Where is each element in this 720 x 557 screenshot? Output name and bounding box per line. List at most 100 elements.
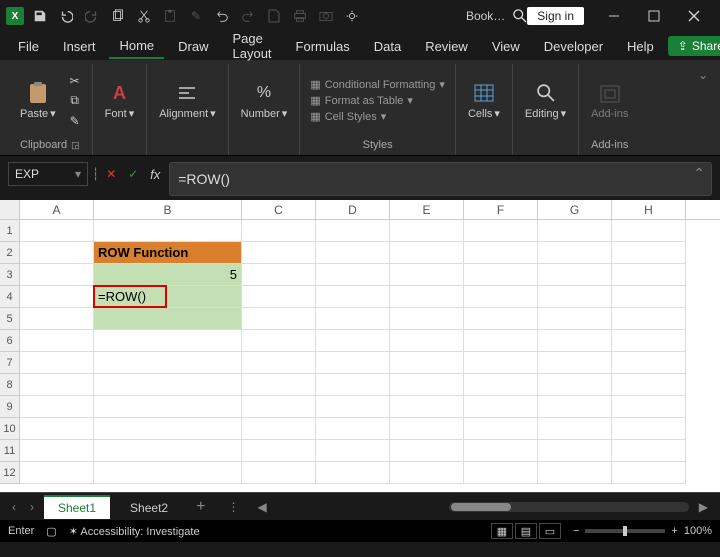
- select-all-corner[interactable]: [0, 200, 20, 219]
- cell[interactable]: [612, 286, 686, 308]
- cell[interactable]: [94, 374, 242, 396]
- cell[interactable]: [390, 462, 464, 484]
- new-file-icon[interactable]: [264, 6, 284, 26]
- col-header[interactable]: D: [316, 200, 390, 219]
- row-header[interactable]: 11: [0, 440, 20, 462]
- cell[interactable]: [94, 220, 242, 242]
- cell[interactable]: [94, 440, 242, 462]
- cell[interactable]: [20, 220, 94, 242]
- cell[interactable]: [94, 352, 242, 374]
- cell[interactable]: [538, 374, 612, 396]
- cell[interactable]: [242, 440, 316, 462]
- col-header[interactable]: E: [390, 200, 464, 219]
- document-name[interactable]: Book…: [466, 9, 505, 23]
- col-header[interactable]: A: [20, 200, 94, 219]
- hscroll-left-icon[interactable]: ◀: [253, 500, 270, 514]
- cell[interactable]: [316, 374, 390, 396]
- cell[interactable]: [316, 220, 390, 242]
- cell[interactable]: [316, 352, 390, 374]
- cell[interactable]: [464, 374, 538, 396]
- cell[interactable]: [94, 308, 242, 330]
- cell[interactable]: [612, 352, 686, 374]
- tab-insert[interactable]: Insert: [53, 35, 106, 58]
- cut-icon[interactable]: [134, 6, 154, 26]
- cell[interactable]: [612, 440, 686, 462]
- view-normal-icon[interactable]: ▦: [491, 523, 513, 539]
- cell[interactable]: [20, 374, 94, 396]
- cell[interactable]: [612, 462, 686, 484]
- sign-in-button[interactable]: Sign in: [527, 7, 584, 25]
- undo-dropdown-icon[interactable]: [212, 6, 232, 26]
- cell[interactable]: [242, 264, 316, 286]
- cell[interactable]: [538, 242, 612, 264]
- cell[interactable]: [242, 308, 316, 330]
- cell[interactable]: [538, 220, 612, 242]
- insert-function-button[interactable]: fx: [145, 164, 165, 184]
- cell[interactable]: [316, 396, 390, 418]
- cell[interactable]: [94, 462, 242, 484]
- save-icon[interactable]: [30, 6, 50, 26]
- cell[interactable]: [390, 418, 464, 440]
- row-header[interactable]: 4: [0, 286, 20, 308]
- conditional-formatting-button[interactable]: ▦Conditional Formatting▾: [310, 78, 445, 91]
- cell[interactable]: [242, 330, 316, 352]
- cell[interactable]: [390, 242, 464, 264]
- sheet-tab-active[interactable]: Sheet1: [44, 495, 110, 519]
- cell[interactable]: [316, 418, 390, 440]
- formula-input[interactable]: =ROW() ⌃: [169, 162, 712, 196]
- accessibility-status[interactable]: ✶ Accessibility: Investigate: [69, 525, 200, 538]
- cell[interactable]: [464, 308, 538, 330]
- cell-b3[interactable]: 5: [94, 264, 242, 286]
- cancel-icon[interactable]: ✕: [101, 164, 121, 184]
- addins-button[interactable]: Add-ins: [587, 80, 632, 122]
- sheet-nav-next-icon[interactable]: ›: [26, 500, 38, 514]
- cell[interactable]: [242, 418, 316, 440]
- ribbon-collapse-icon[interactable]: ⌄: [694, 64, 712, 155]
- expand-formula-bar-icon[interactable]: ⌃: [693, 165, 705, 182]
- cell[interactable]: [612, 264, 686, 286]
- cell[interactable]: [538, 308, 612, 330]
- row-header[interactable]: 8: [0, 374, 20, 396]
- cell[interactable]: [538, 286, 612, 308]
- col-header[interactable]: H: [612, 200, 686, 219]
- minimize-button[interactable]: [594, 2, 634, 30]
- share-button[interactable]: ⇪Share: [668, 36, 720, 56]
- sheet-tab[interactable]: Sheet2: [116, 495, 182, 519]
- tab-developer[interactable]: Developer: [534, 35, 613, 58]
- cell[interactable]: [20, 396, 94, 418]
- cell[interactable]: [390, 374, 464, 396]
- row-header[interactable]: 6: [0, 330, 20, 352]
- add-sheet-button[interactable]: +: [188, 498, 213, 516]
- cell[interactable]: [390, 264, 464, 286]
- tab-help[interactable]: Help: [617, 35, 664, 58]
- cell[interactable]: [20, 330, 94, 352]
- cell[interactable]: [538, 264, 612, 286]
- cell[interactable]: [20, 352, 94, 374]
- cell[interactable]: [612, 418, 686, 440]
- cell[interactable]: [20, 462, 94, 484]
- cell[interactable]: [94, 396, 242, 418]
- col-header[interactable]: B: [94, 200, 242, 219]
- tab-formulas[interactable]: Formulas: [286, 35, 360, 58]
- cell[interactable]: [464, 440, 538, 462]
- col-header[interactable]: C: [242, 200, 316, 219]
- cell[interactable]: [390, 330, 464, 352]
- cell[interactable]: [316, 440, 390, 462]
- editing-button[interactable]: Editing▾: [521, 79, 570, 122]
- cells-button[interactable]: Cells▾: [464, 79, 504, 122]
- cell-styles-button[interactable]: ▦Cell Styles▾: [310, 110, 445, 123]
- undo-icon[interactable]: [56, 6, 76, 26]
- cell[interactable]: [612, 396, 686, 418]
- tab-home[interactable]: Home: [109, 34, 164, 59]
- row-header[interactable]: 3: [0, 264, 20, 286]
- cell[interactable]: [242, 220, 316, 242]
- paste-button[interactable]: Paste▾: [16, 79, 60, 122]
- cell[interactable]: [20, 286, 94, 308]
- cell-b4-editing[interactable]: =ROW(): [94, 286, 242, 308]
- row-header[interactable]: 7: [0, 352, 20, 374]
- format-painter-icon[interactable]: ✎: [66, 113, 84, 129]
- confirm-icon[interactable]: ✓: [123, 164, 143, 184]
- cell[interactable]: [20, 264, 94, 286]
- view-page-layout-icon[interactable]: ▤: [515, 523, 537, 539]
- cell[interactable]: [20, 308, 94, 330]
